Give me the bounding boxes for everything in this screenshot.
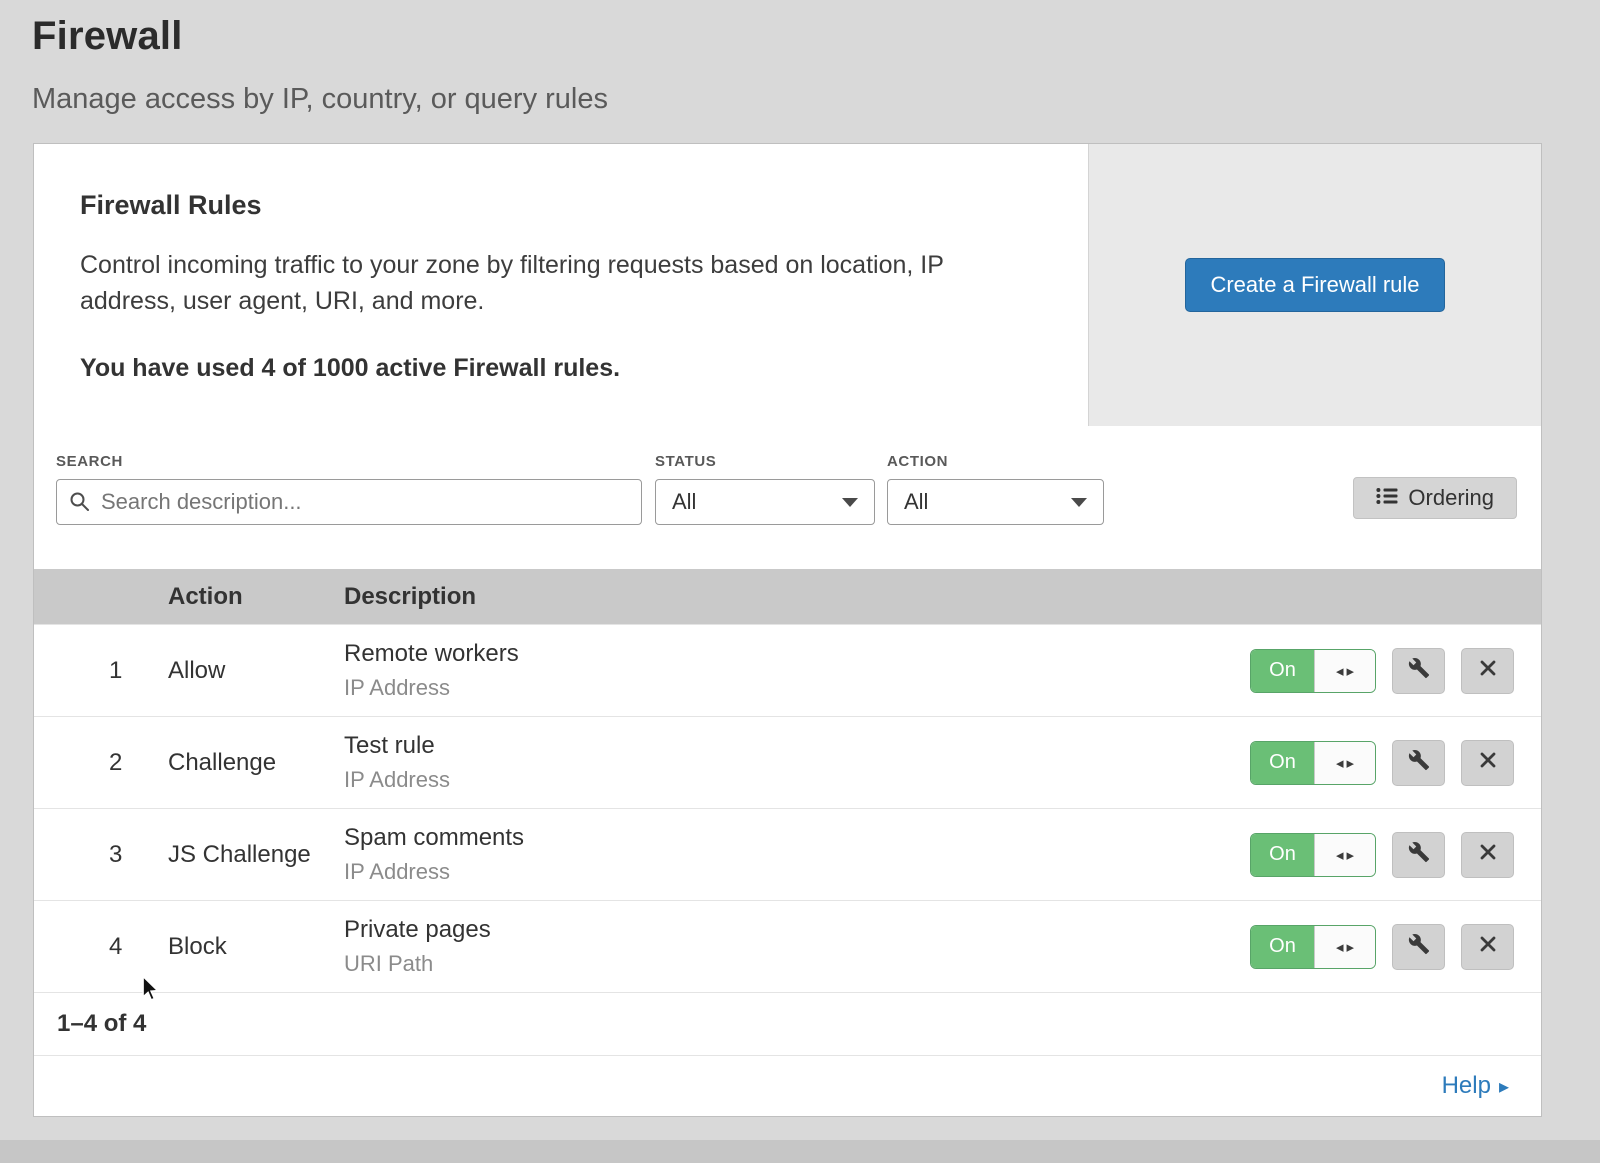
pagination-row: 1–4 of 4 — [34, 992, 1541, 1055]
rule-title: Test rule — [344, 732, 1250, 760]
page-title: Firewall — [32, 14, 1600, 59]
rule-title: Private pages — [344, 916, 1250, 944]
intro-title: Firewall Rules — [80, 190, 1028, 221]
bottom-strip — [0, 1140, 1600, 1163]
rule-controls: On ◂▸ — [1250, 832, 1514, 878]
delete-rule-button[interactable] — [1461, 832, 1514, 878]
toggle-on-label: On — [1251, 742, 1314, 784]
rule-match-type: URI Path — [344, 951, 1250, 977]
toggle-on-label: On — [1251, 926, 1314, 968]
action-label: ACTION — [887, 453, 1104, 470]
table-row: 2 Challenge Test rule IP Address On ◂▸ — [34, 716, 1541, 808]
toggle-arrows-icon: ◂▸ — [1314, 834, 1375, 876]
page-subtitle: Manage access by IP, country, or query r… — [32, 83, 1600, 116]
rule-description: Private pages URI Path — [344, 916, 1250, 977]
rule-description: Remote workers IP Address — [344, 640, 1250, 701]
description-column-header: Description — [344, 583, 1541, 611]
close-icon — [1478, 934, 1498, 959]
wrench-icon — [1408, 657, 1430, 684]
edit-rule-button[interactable] — [1392, 924, 1445, 970]
rule-match-type: IP Address — [344, 859, 1250, 885]
toggle-arrows-icon: ◂▸ — [1314, 650, 1375, 692]
rules-usage-text: You have used 4 of 1000 active Firewall … — [80, 354, 1028, 383]
action-column-header: Action — [168, 583, 344, 611]
rule-enabled-toggle[interactable]: On ◂▸ — [1250, 925, 1376, 969]
rule-priority: 2 — [34, 749, 168, 777]
rule-action: Challenge — [168, 749, 344, 777]
ordered-list-icon — [1376, 485, 1398, 511]
search-group: SEARCH — [56, 453, 655, 525]
rule-controls: On ◂▸ — [1250, 740, 1514, 786]
chevron-down-icon — [1071, 498, 1087, 507]
delete-rule-button[interactable] — [1461, 740, 1514, 786]
table-row: 3 JS Challenge Spam comments IP Address … — [34, 808, 1541, 900]
table-header: Action Description — [34, 569, 1541, 624]
rule-action: Block — [168, 933, 344, 961]
edit-rule-button[interactable] — [1392, 740, 1445, 786]
rule-action: Allow — [168, 657, 344, 685]
edit-rule-button[interactable] — [1392, 832, 1445, 878]
toggle-arrows-icon: ◂▸ — [1314, 926, 1375, 968]
toggle-on-label: On — [1251, 834, 1314, 876]
search-input[interactable] — [56, 479, 642, 525]
status-group: STATUS All — [655, 453, 887, 525]
wrench-icon — [1408, 841, 1430, 868]
toggle-on-label: On — [1251, 650, 1314, 692]
table-row: 4 Block Private pages URI Path On ◂▸ — [34, 900, 1541, 992]
toggle-arrows-icon: ◂▸ — [1314, 742, 1375, 784]
status-value: All — [672, 489, 696, 515]
help-link[interactable]: Help ▸ — [1442, 1072, 1509, 1100]
rule-enabled-toggle[interactable]: On ◂▸ — [1250, 649, 1376, 693]
pagination-range: 1–4 of 4 — [57, 1010, 146, 1038]
arrow-right-icon: ▸ — [1499, 1074, 1509, 1099]
create-rule-panel: Create a Firewall rule — [1088, 144, 1541, 426]
search-wrap — [56, 479, 642, 525]
delete-rule-button[interactable] — [1461, 648, 1514, 694]
chevron-down-icon — [842, 498, 858, 507]
action-value: All — [904, 489, 928, 515]
delete-rule-button[interactable] — [1461, 924, 1514, 970]
status-label: STATUS — [655, 453, 887, 470]
rule-priority: 3 — [34, 841, 168, 869]
rule-action: JS Challenge — [168, 841, 344, 869]
search-icon — [69, 491, 90, 517]
rule-priority: 1 — [34, 657, 168, 685]
action-group: ACTION All — [887, 453, 1104, 525]
rule-match-type: IP Address — [344, 675, 1250, 701]
help-label: Help — [1442, 1072, 1491, 1100]
intro-description: Control incoming traffic to your zone by… — [80, 247, 1028, 319]
help-row: Help ▸ — [34, 1055, 1541, 1116]
close-icon — [1478, 750, 1498, 775]
wrench-icon — [1408, 933, 1430, 960]
mouse-cursor — [140, 976, 160, 1007]
edit-rule-button[interactable] — [1392, 648, 1445, 694]
intro-text: Firewall Rules Control incoming traffic … — [34, 144, 1088, 426]
status-select[interactable]: All — [655, 479, 875, 525]
rule-controls: On ◂▸ — [1250, 648, 1514, 694]
create-firewall-rule-button[interactable]: Create a Firewall rule — [1185, 258, 1444, 312]
rule-priority: 4 — [34, 933, 168, 961]
page-header: Firewall Manage access by IP, country, o… — [0, 0, 1600, 116]
rule-controls: On ◂▸ — [1250, 924, 1514, 970]
intro-section: Firewall Rules Control incoming traffic … — [34, 144, 1541, 426]
firewall-card: Firewall Rules Control incoming traffic … — [33, 143, 1542, 1117]
wrench-icon — [1408, 749, 1430, 776]
ordering-button[interactable]: Ordering — [1353, 477, 1517, 519]
close-icon — [1478, 842, 1498, 867]
rule-enabled-toggle[interactable]: On ◂▸ — [1250, 741, 1376, 785]
close-icon — [1478, 658, 1498, 683]
rule-description: Test rule IP Address — [344, 732, 1250, 793]
table-row: 1 Allow Remote workers IP Address On ◂▸ — [34, 624, 1541, 716]
rule-title: Spam comments — [344, 824, 1250, 852]
rule-match-type: IP Address — [344, 767, 1250, 793]
search-label: SEARCH — [56, 453, 655, 470]
rule-title: Remote workers — [344, 640, 1250, 668]
rule-enabled-toggle[interactable]: On ◂▸ — [1250, 833, 1376, 877]
filter-bar: SEARCH STATUS All ACTION All — [34, 426, 1541, 569]
ordering-label: Ordering — [1408, 485, 1494, 511]
action-select[interactable]: All — [887, 479, 1104, 525]
rule-description: Spam comments IP Address — [344, 824, 1250, 885]
